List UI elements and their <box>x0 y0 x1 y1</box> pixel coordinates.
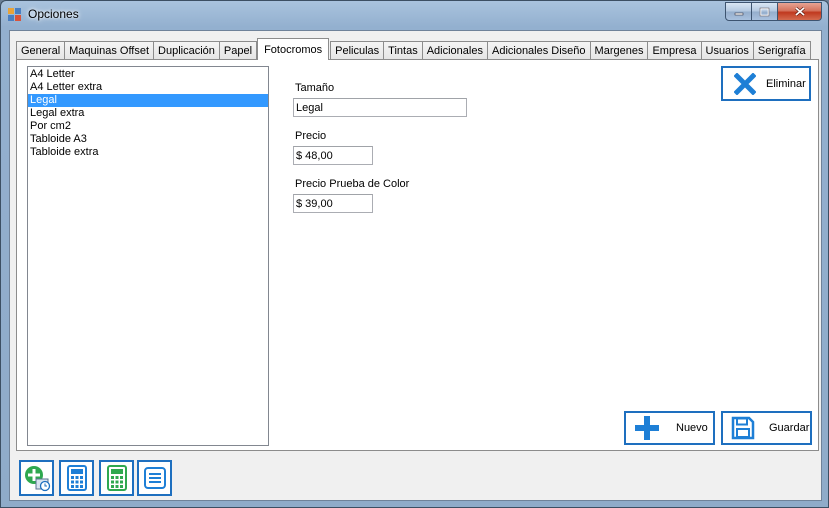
minimize-button[interactable] <box>725 2 752 21</box>
caption-buttons <box>725 2 822 21</box>
window-title: Opciones <box>28 7 79 21</box>
close-icon <box>794 6 805 17</box>
save-button-label: Guardar <box>769 422 810 434</box>
maximize-button[interactable] <box>752 2 778 21</box>
price-input[interactable] <box>293 146 373 165</box>
tab-papel[interactable]: Papel <box>218 41 258 60</box>
tab-margenes[interactable]: Margenes <box>589 41 649 60</box>
calculator-blue-icon <box>66 465 87 491</box>
tab-usuarios[interactable]: Usuarios <box>700 41 754 60</box>
app-icon <box>8 8 22 22</box>
calculator-blue-button[interactable] <box>59 460 94 496</box>
tab-fotocromos[interactable]: Fotocromos <box>257 38 330 60</box>
new-button-label: Nuevo <box>676 422 708 434</box>
delete-button-label: Eliminar <box>766 77 806 90</box>
list-item[interactable]: Por cm2 <box>28 120 268 133</box>
size-listbox[interactable]: A4 Letter A4 Letter extra Legal Legal extra… <box>27 66 269 446</box>
save-disk-icon <box>728 413 758 443</box>
proof-price-input[interactable] <box>293 194 373 213</box>
list-item[interactable]: Legal <box>28 94 268 107</box>
calculator-green-icon <box>106 465 127 491</box>
add-clock-button[interactable] <box>19 460 54 496</box>
tab-peliculas[interactable]: Peliculas <box>330 41 385 60</box>
delete-button[interactable]: Eliminar <box>721 66 811 101</box>
tab-general[interactable]: General <box>16 41 66 60</box>
title-bar[interactable]: Opciones <box>1 1 828 29</box>
maximize-icon <box>759 7 770 16</box>
plus-icon <box>632 413 662 443</box>
size-input[interactable] <box>293 98 467 117</box>
tab-panel-fotocromos: A4 Letter A4 Letter extra Legal Legal extra… <box>16 59 819 451</box>
size-label: Tamaño <box>295 82 335 94</box>
list-item[interactable]: Tabloide A3 <box>28 133 268 146</box>
save-button[interactable]: Guardar <box>721 411 812 445</box>
proof-price-label: Precio Prueba de Color <box>295 178 410 190</box>
list-button[interactable] <box>137 460 172 496</box>
tab-duplicaci-n[interactable]: Duplicación <box>153 41 220 60</box>
tab-strip: General Maquinas Offset Duplicación Papel Fo… <box>16 38 811 60</box>
list-icon <box>143 467 166 489</box>
add-clock-icon <box>24 466 50 492</box>
close-button[interactable] <box>778 2 822 21</box>
list-item[interactable]: A4 Letter <box>28 68 268 81</box>
tab-serigraf-a[interactable]: Serigrafía <box>752 41 811 60</box>
tab-empresa[interactable]: Empresa <box>647 41 702 60</box>
delete-x-icon <box>730 69 760 99</box>
new-button[interactable]: Nuevo <box>624 411 715 445</box>
client-area: General Maquinas Offset Duplicación Papel Fo… <box>9 30 822 501</box>
list-item[interactable]: Legal extra <box>28 107 268 120</box>
minimize-icon <box>734 12 743 15</box>
list-item[interactable]: Tabloide extra <box>28 146 268 159</box>
tab-adicionales-dise-o[interactable]: Adicionales Diseño <box>486 41 591 60</box>
tab-tintas[interactable]: Tintas <box>383 41 423 60</box>
tab-maquinas-offset[interactable]: Maquinas Offset <box>64 41 155 60</box>
calculator-green-button[interactable] <box>99 460 134 496</box>
tab-adicionales[interactable]: Adicionales <box>421 41 488 60</box>
price-label: Precio <box>295 130 327 142</box>
list-item[interactable]: A4 Letter extra <box>28 81 268 94</box>
window: Opciones General Maquinas Offset Duplicaci… <box>0 0 829 508</box>
